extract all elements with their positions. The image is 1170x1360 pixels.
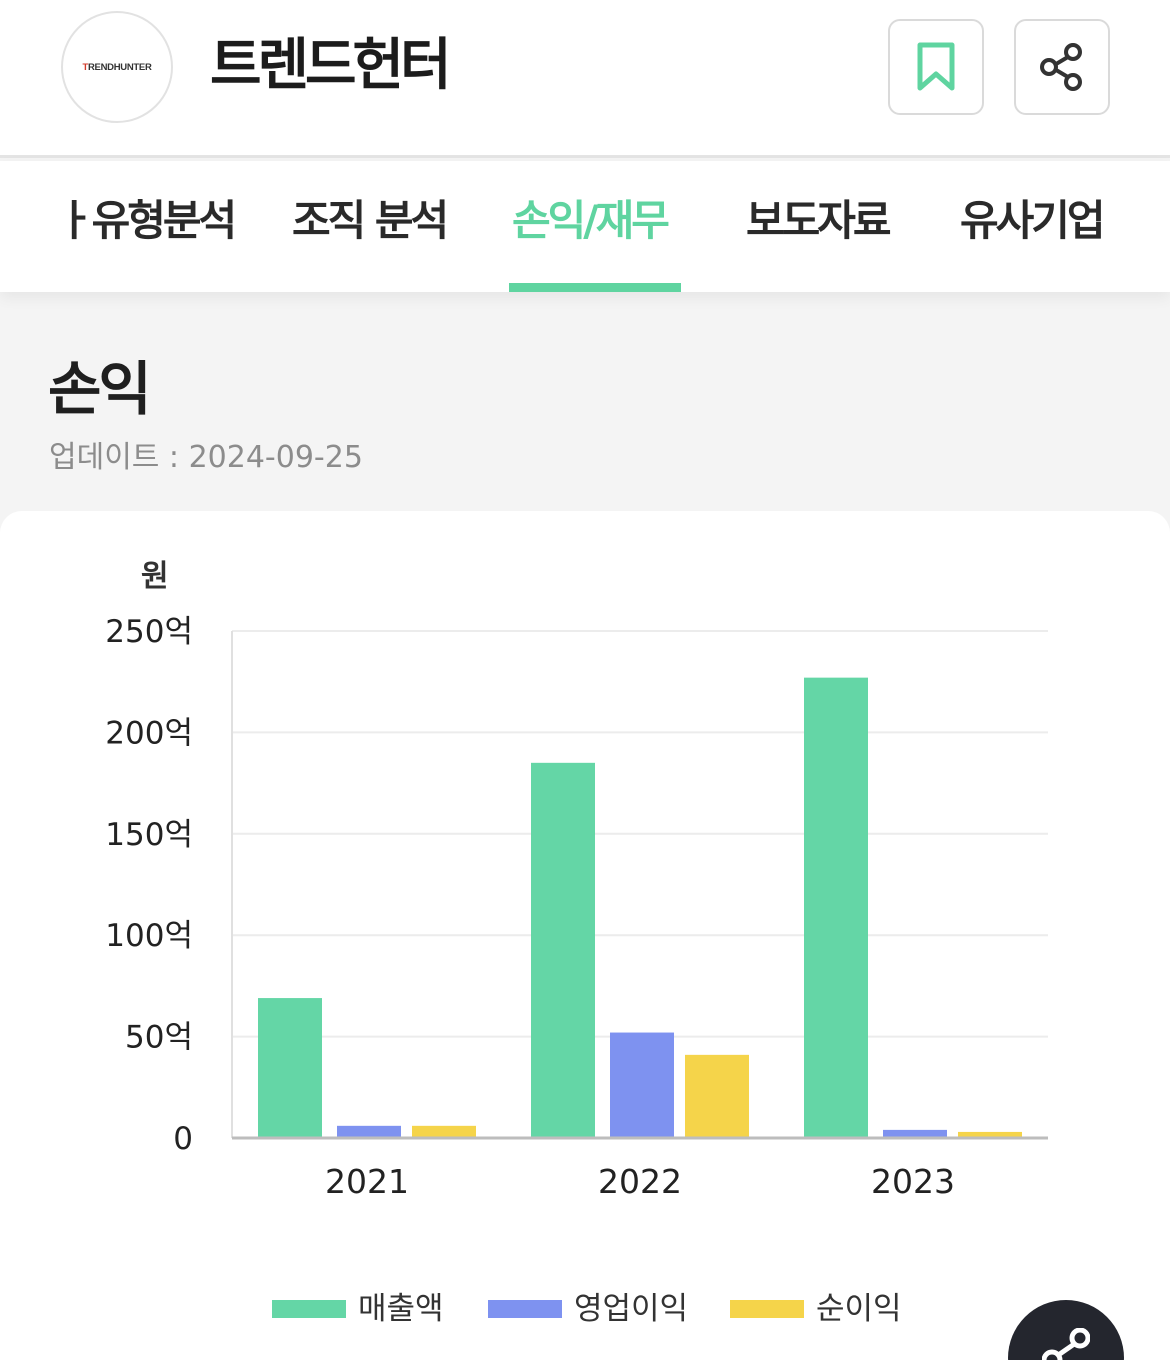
app-header: TRENDHUNTER 트렌드헌터 xyxy=(0,0,1170,158)
bar-매출액-2023 xyxy=(804,677,868,1138)
x-tick-label: 2021 xyxy=(325,1162,409,1201)
tab-pnl-finance[interactable]: 손익/재무 xyxy=(512,189,670,253)
tab-type-analysis[interactable]: ㅏ유형분석 xyxy=(56,189,237,253)
y-tick-label: 200억 xyxy=(105,715,193,751)
legend-label-net: 순이익 xyxy=(816,1291,902,1327)
company-logo: TRENDHUNTER xyxy=(61,11,173,123)
share-icon xyxy=(1040,43,1082,91)
x-tick-label: 2022 xyxy=(598,1162,682,1201)
bookmark-icon xyxy=(917,42,955,91)
y-tick-label: 150억 xyxy=(105,817,193,853)
legend-swatch-net xyxy=(730,1300,804,1318)
logo-wordmark: TRENDHUNTER xyxy=(82,61,152,73)
share-icon xyxy=(1042,1328,1090,1360)
bar-순이익-2021 xyxy=(412,1125,476,1138)
y-tick-label: 50억 xyxy=(125,1020,193,1056)
legend-item-net[interactable]: 순이익 xyxy=(730,1286,902,1332)
legend-swatch-revenue xyxy=(272,1300,346,1318)
legend-item-revenue[interactable]: 매출액 xyxy=(272,1286,444,1332)
pnl-bar-chart: 0 50억 100억 150억 200억 250억 2021 2022 2023 xyxy=(105,614,1048,1201)
chart-legend: 매출액 영업이익 순이익 xyxy=(0,1286,1170,1334)
y-tick-label: 100억 xyxy=(105,918,193,954)
section-title: 손익 xyxy=(48,355,152,423)
bar-매출액-2021 xyxy=(258,998,322,1138)
y-tick-label: 0 xyxy=(173,1121,193,1157)
x-tick-label: 2023 xyxy=(871,1162,955,1201)
legend-swatch-operating xyxy=(488,1300,562,1318)
updated-date: 업데이트 : 2024-09-25 xyxy=(49,440,363,475)
bar-영업이익-2022 xyxy=(610,1032,674,1138)
share-button[interactable] xyxy=(1014,19,1110,115)
legend-label-revenue: 매출액 xyxy=(358,1291,444,1327)
active-tab-indicator xyxy=(509,283,681,292)
tab-similar-companies[interactable]: 유사기업 xyxy=(960,189,1106,253)
legend-item-operating[interactable]: 영업이익 xyxy=(488,1286,688,1332)
chart-card: 0 50억 100억 150억 200억 250억 2021 2022 2023 xyxy=(0,511,1170,1360)
company-name: 트렌드헌터 xyxy=(210,33,452,98)
bar-매출액-2022 xyxy=(531,762,595,1138)
tab-org-analysis[interactable]: 조직 분석 xyxy=(292,189,449,253)
bar-순이익-2022 xyxy=(685,1054,749,1138)
bookmark-button[interactable] xyxy=(888,19,984,115)
legend-label-operating: 영업이익 xyxy=(574,1291,689,1327)
bar-영업이익-2021 xyxy=(337,1125,401,1138)
y-axis-unit: 원 xyxy=(141,559,169,594)
tab-press[interactable]: 보도자료 xyxy=(746,189,892,253)
tab-bar: ㅏ유형분석 조직 분석 손익/재무 보도자료 유사기업 xyxy=(0,161,1170,292)
y-tick-label: 250억 xyxy=(105,614,193,650)
